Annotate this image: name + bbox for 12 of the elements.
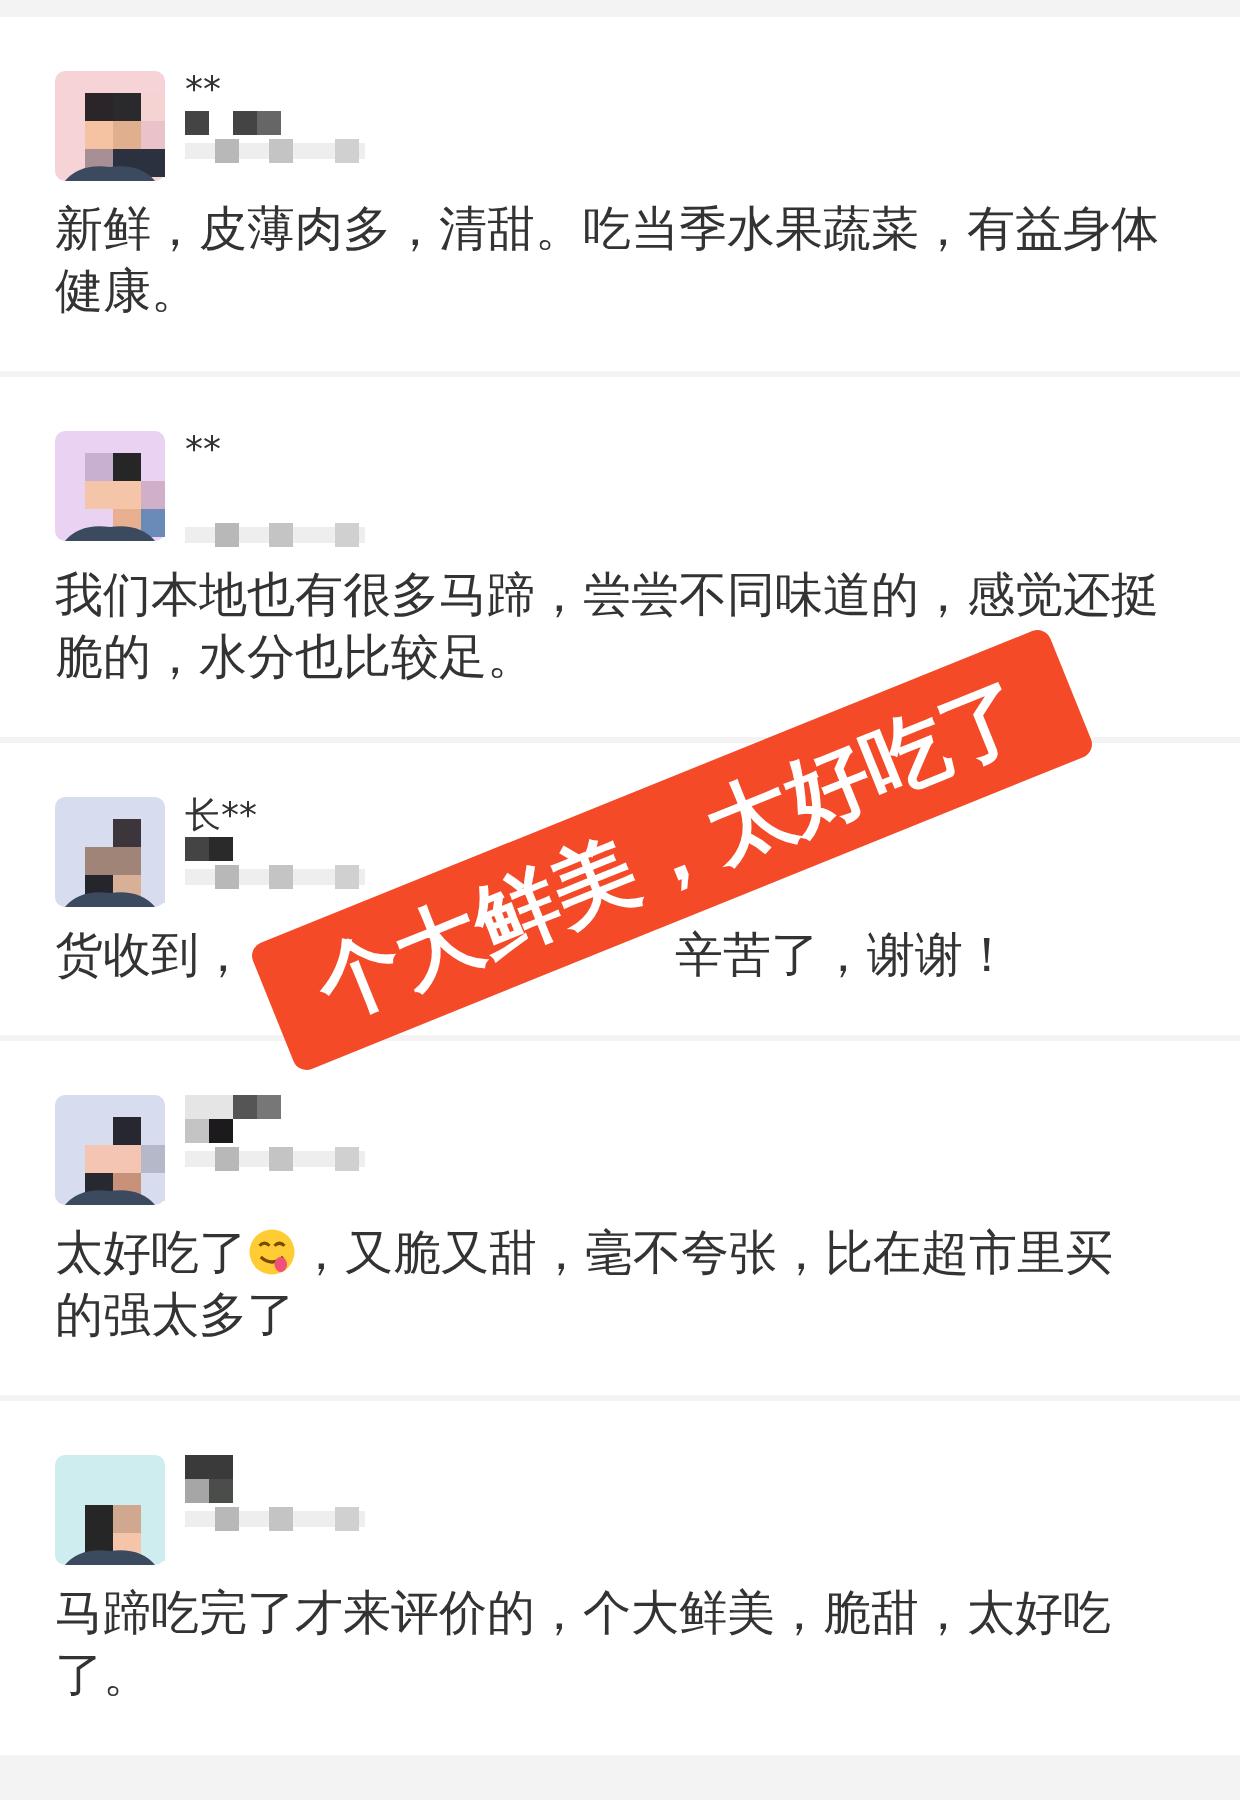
pixelated-name-drawing xyxy=(185,1455,233,1503)
review-text: 辛苦了，谢谢！ xyxy=(675,926,1011,982)
pixelated-name-drawing xyxy=(185,837,233,861)
smiling-face-icon xyxy=(247,1227,297,1277)
review-text: 马蹄吃完了才来评价的，个大鲜美，脆甜，太好吃了。 xyxy=(55,1584,1111,1702)
username: ** xyxy=(185,71,222,107)
review-text: 新鲜，皮薄肉多，清甜。吃当季水果蔬菜，有益身体健康。 xyxy=(55,200,1159,318)
review-text: 太好吃了 xyxy=(55,1224,247,1280)
review-text: 的强太多了 xyxy=(55,1286,295,1342)
review-text: ，又脆又甜，毫不夸张，比在超市里买 xyxy=(297,1224,1113,1280)
username: ** xyxy=(185,431,222,467)
review-text: 货收到， xyxy=(55,926,247,982)
